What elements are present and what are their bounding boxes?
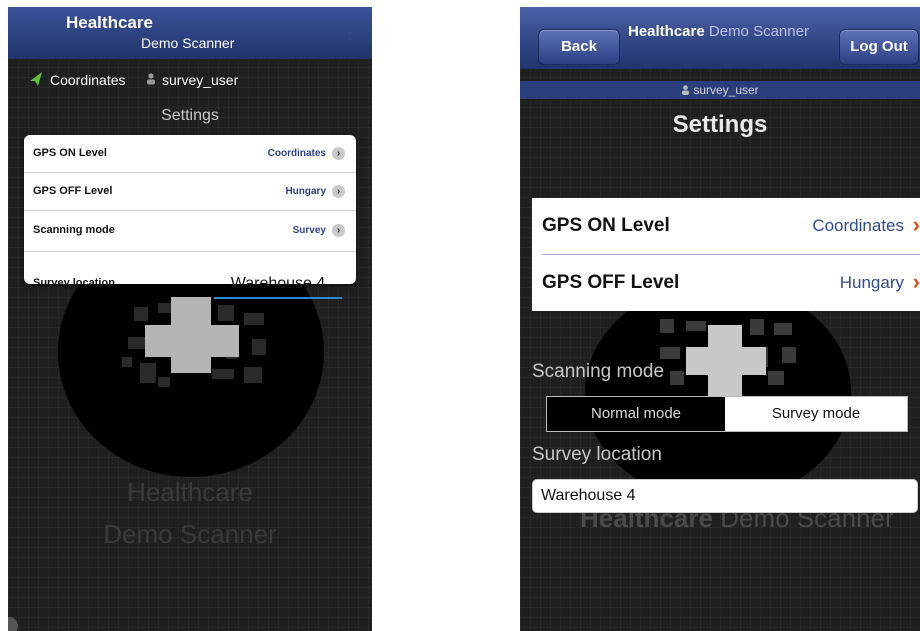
survey-location-input[interactable] xyxy=(532,479,918,513)
settings-row-gps-off[interactable]: GPS OFF Level Hungary › xyxy=(24,173,356,211)
settings-row-scanning-mode[interactable]: Scanning mode Survey › xyxy=(24,211,356,252)
row-value: Coordinates xyxy=(267,148,326,159)
row-label: GPS ON Level xyxy=(542,215,670,236)
settings-row-gps-off[interactable]: GPS OFF Level Hungary › xyxy=(532,255,920,311)
chevron-right-icon: › xyxy=(332,224,345,237)
ios-screen: Back Healthcare Demo Scanner Log Out sur… xyxy=(520,7,920,631)
settings-row-gps-on[interactable]: GPS ON Level Coordinates › xyxy=(532,198,920,254)
row-label: GPS OFF Level xyxy=(33,185,113,197)
settings-card: GPS ON Level Coordinates › GPS OFF Level… xyxy=(532,198,920,311)
app-title: Healthcare xyxy=(66,13,153,32)
settings-row-gps-on[interactable]: GPS ON Level Coordinates › xyxy=(24,135,356,173)
scanning-mode-label: Scanning mode xyxy=(532,361,665,382)
background-title: Healthcare xyxy=(127,477,253,507)
row-label: GPS ON Level xyxy=(33,147,107,159)
qr-logo-background xyxy=(585,282,851,502)
app-header: Back Healthcare Demo Scanner Log Out xyxy=(520,7,920,69)
row-value: Survey xyxy=(292,225,326,236)
app-title-main: Healthcare xyxy=(628,23,705,40)
row-value: Coordinates xyxy=(812,216,904,235)
username: survey_user xyxy=(693,83,759,97)
status-bar: Coordinates survey_user xyxy=(8,69,372,93)
row-value: Hungary xyxy=(839,273,904,292)
row-label: GPS OFF Level xyxy=(542,272,680,293)
settings-card: GPS ON Level Coordinates › GPS OFF Level… xyxy=(24,135,356,299)
overflow-menu-icon[interactable] xyxy=(348,25,354,42)
user-icon xyxy=(682,85,690,95)
chevron-right-icon: › xyxy=(912,269,920,294)
survey-location-label: Survey location xyxy=(33,277,115,289)
page-title: Settings xyxy=(672,111,768,138)
back-button[interactable]: Back xyxy=(538,29,620,65)
user-bar: survey_user xyxy=(520,81,920,99)
row-value: Hungary xyxy=(285,186,326,197)
app-header: Healthcare Demo Scanner xyxy=(8,7,372,59)
chevron-right-icon: › xyxy=(332,147,345,160)
survey-location-label: Survey location xyxy=(532,444,662,465)
user-icon xyxy=(147,73,155,85)
segment-normal-mode[interactable]: Normal mode xyxy=(547,397,725,431)
app-title: Healthcare Demo Scanner xyxy=(628,23,809,40)
page-title: Settings xyxy=(161,107,219,124)
app-title-sub: Demo Scanner xyxy=(708,23,809,40)
gps-status-text: Coordinates xyxy=(50,72,126,88)
chevron-right-icon: › xyxy=(332,185,345,198)
app-subtitle: Demo Scanner xyxy=(141,35,235,51)
survey-location-input[interactable] xyxy=(214,271,342,299)
chevron-right-icon: › xyxy=(912,212,920,237)
row-label: Scanning mode xyxy=(33,224,115,236)
segment-survey-mode[interactable]: Survey mode xyxy=(725,397,907,431)
location-arrow-icon xyxy=(30,72,42,86)
username: survey_user xyxy=(162,72,239,88)
android-screen: Healthcare Demo Scanner Coordinates surv… xyxy=(8,7,372,631)
logout-button[interactable]: Log Out xyxy=(839,29,919,65)
background-subtitle: Demo Scanner xyxy=(103,519,277,549)
scanning-mode-segmented-control: Normal mode Survey mode xyxy=(546,396,908,432)
